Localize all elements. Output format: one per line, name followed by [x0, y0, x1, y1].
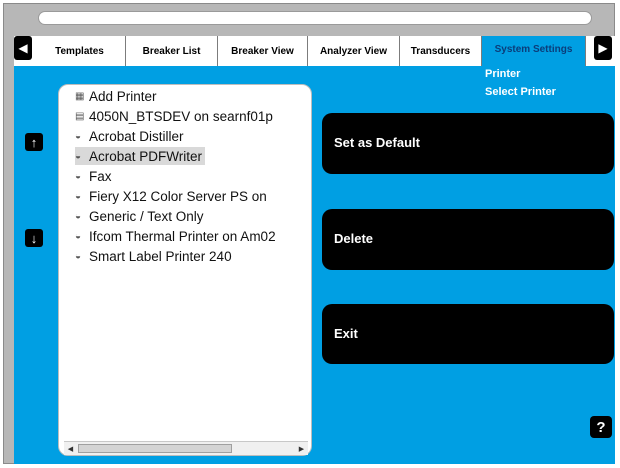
- tab-prev-button[interactable]: ◀: [14, 36, 32, 60]
- printer-name: Acrobat PDFWriter: [89, 148, 203, 164]
- tab-analyzer-view[interactable]: Analyzer View: [308, 36, 400, 66]
- breadcrumb-section: Printer: [485, 68, 521, 80]
- tab-transducers[interactable]: Transducers: [400, 36, 482, 66]
- scrollbar-thumb[interactable]: [78, 444, 232, 453]
- list-item[interactable]: ▤ 4050N_BTSDEV on searnf01p: [75, 107, 273, 125]
- set-as-default-button[interactable]: Set as Default: [322, 113, 614, 174]
- printer-name: Acrobat Distiller: [89, 128, 184, 144]
- list-item-selected[interactable]: ◒ Acrobat PDFWriter: [75, 147, 206, 165]
- breadcrumb-page: Select Printer: [485, 86, 556, 98]
- arrow-up-icon: ↑: [30, 134, 38, 150]
- list-item[interactable]: ◒ Fiery X12 Color Server PS on: [75, 187, 267, 205]
- printer-icon: ◒: [75, 230, 82, 242]
- printer-icon: ◒: [75, 170, 82, 182]
- list-item[interactable]: ◒ Generic / Text Only: [75, 207, 204, 225]
- tab-next-button[interactable]: ▶: [594, 36, 612, 60]
- chevron-left-icon: ◀: [18, 41, 28, 55]
- tab-breaker-list[interactable]: Breaker List: [126, 36, 218, 66]
- add-printer-icon: ▦: [75, 90, 85, 102]
- list-item[interactable]: ◒ Smart Label Printer 240: [75, 247, 232, 265]
- chevron-right-icon: ▶: [598, 41, 608, 55]
- list-item[interactable]: ◒ Fax: [75, 167, 112, 185]
- list-item[interactable]: ◒ Acrobat Distiller: [75, 127, 184, 145]
- horizontal-scrollbar[interactable]: ◀ ▶: [64, 441, 308, 455]
- printer-icon: ◒: [75, 250, 82, 262]
- list-item[interactable]: ▦ Add Printer: [75, 87, 157, 105]
- printer-name: Fiery X12 Color Server PS on: [89, 188, 267, 204]
- scroll-left-icon[interactable]: ◀: [65, 443, 76, 454]
- network-printer-icon: ▤: [75, 110, 85, 122]
- printer-name: Ifcom Thermal Printer on Am02: [89, 228, 276, 244]
- tab-breaker-view[interactable]: Breaker View: [218, 36, 308, 66]
- printer-icon: ◒: [75, 190, 82, 202]
- list-item[interactable]: ◒ Ifcom Thermal Printer on Am02: [75, 227, 276, 245]
- tab-templates[interactable]: Templates: [34, 36, 126, 66]
- tab-bar: Templates Breaker List Breaker View Anal…: [14, 36, 615, 66]
- help-icon: ?: [596, 418, 606, 436]
- scroll-up-button[interactable]: ↑: [25, 133, 43, 151]
- tab-system-settings[interactable]: System Settings: [482, 36, 586, 66]
- printer-name: Generic / Text Only: [89, 208, 204, 224]
- printer-icon: ◒: [75, 210, 82, 222]
- printer-name: Fax: [89, 168, 112, 184]
- printer-name: 4050N_BTSDEV on searnf01p: [89, 108, 273, 124]
- help-button[interactable]: ?: [590, 416, 612, 438]
- printer-icon: ◒: [75, 130, 82, 142]
- printer-list[interactable]: ▦ Add Printer ▤ 4050N_BTSDEV on searnf01…: [58, 84, 312, 456]
- printer-name: Add Printer: [89, 88, 157, 104]
- title-bar: [38, 11, 592, 25]
- scroll-down-button[interactable]: ↓: [25, 229, 43, 247]
- delete-button[interactable]: Delete: [322, 209, 614, 270]
- arrow-down-icon: ↓: [30, 230, 38, 246]
- scroll-right-icon[interactable]: ▶: [296, 443, 307, 454]
- printer-name: Smart Label Printer 240: [89, 248, 232, 264]
- exit-button[interactable]: Exit: [322, 304, 614, 364]
- printer-icon: ◒: [75, 150, 82, 162]
